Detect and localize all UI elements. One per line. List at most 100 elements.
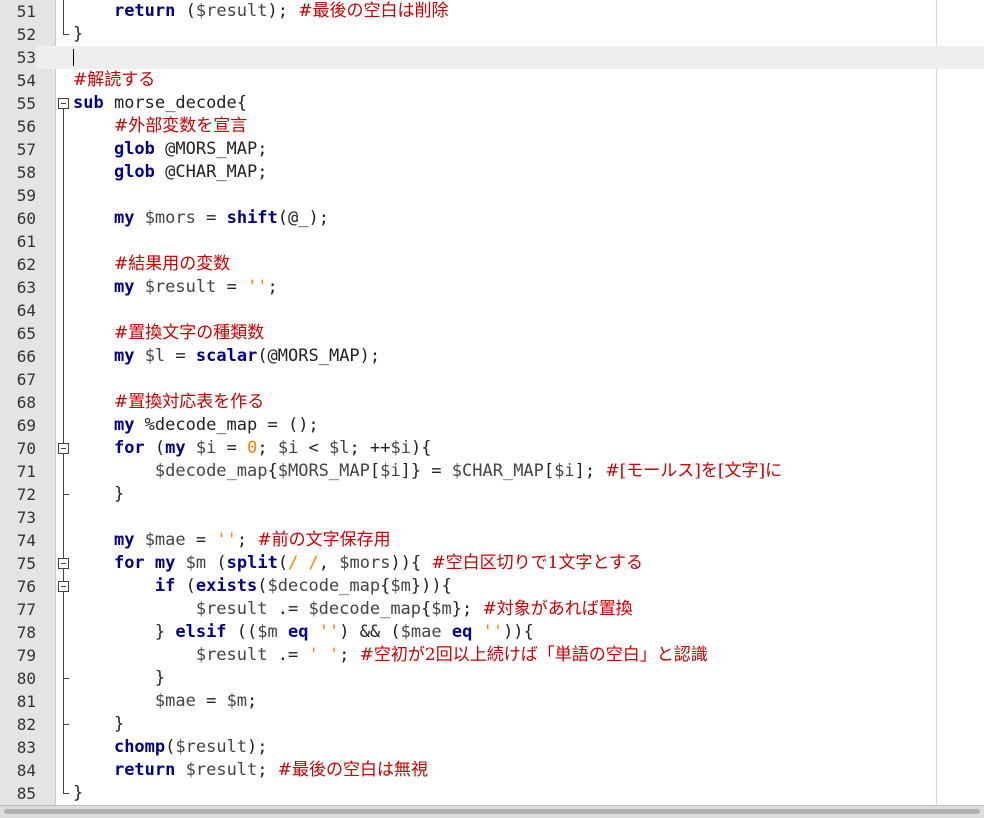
code-line[interactable]: 75 for my $m (split(/ /, $mors)){ #空白区切り… xyxy=(0,552,984,575)
code-line[interactable]: 55 sub morse_decode{ xyxy=(0,92,984,115)
variable-token: $result xyxy=(195,1,268,21)
code-text[interactable]: $decode_map{$MORS_MAP[$i]} = $CHAR_MAP[$… xyxy=(73,460,782,483)
code-token: , xyxy=(318,553,340,573)
code-line[interactable]: 63 my $result = ''; xyxy=(0,276,984,299)
fold-marker[interactable] xyxy=(56,552,72,575)
code-text[interactable]: #解読する xyxy=(73,69,155,92)
code-line[interactable]: 85} xyxy=(0,782,984,805)
keyword-token: chomp xyxy=(113,737,166,757)
code-token: { xyxy=(380,576,391,596)
code-text[interactable]: my $mors = shift(@_); xyxy=(73,207,329,230)
code-text[interactable]: } xyxy=(73,23,83,46)
code-text[interactable]: glob @MORS_MAP; xyxy=(73,138,268,161)
code-text[interactable]: my %decode_map = (); xyxy=(73,414,319,437)
fold-marker xyxy=(56,46,72,69)
code-token: %decode_map = (); xyxy=(134,415,319,435)
code-line[interactable]: 73 xyxy=(0,506,984,529)
code-editor[interactable]: 51 return ($result); #最後の空白は削除 52} 53 54 #解読… xyxy=(0,0,984,805)
line-number: 57 xyxy=(16,140,36,159)
code-line[interactable]: 56 #外部変数を宣言 xyxy=(0,115,984,138)
code-text[interactable]: sub morse_decode{ xyxy=(73,92,247,115)
code-line[interactable]: 81 $mae = $m; xyxy=(0,690,984,713)
fold-marker xyxy=(56,115,72,138)
code-line[interactable]: 57 glob @MORS_MAP; xyxy=(0,138,984,161)
code-text[interactable]: } xyxy=(73,782,83,805)
horizontal-scrollbar[interactable] xyxy=(0,805,984,818)
line-number: 60 xyxy=(16,209,36,228)
code-line[interactable]: 69 my %decode_map = (); xyxy=(0,414,984,437)
code-line[interactable]: 61 xyxy=(0,230,984,253)
code-line[interactable]: 67 xyxy=(0,368,984,391)
code-token: (@MORS_MAP); xyxy=(257,346,381,366)
fold-marker xyxy=(56,736,72,759)
code-line[interactable]: 79 $result .= ' '; #空初が2回以上続けば「単語の空白」と認識 xyxy=(0,644,984,667)
code-text[interactable]: } xyxy=(73,483,124,506)
code-token: { xyxy=(421,599,432,619)
code-line[interactable]: 66 my $l = scalar(@MORS_MAP); xyxy=(0,345,984,368)
code-line[interactable]: 58 glob @CHAR_MAP; xyxy=(0,161,984,184)
code-text[interactable]: #置換対応表を作る xyxy=(73,391,264,414)
code-text[interactable]: $result .= ' '; #空初が2回以上続けば「単語の空白」と認識 xyxy=(73,644,708,667)
code-text[interactable]: my $l = scalar(@MORS_MAP); xyxy=(73,345,380,368)
code-line[interactable]: 78 } elsif (($m eq '') && ($mae eq '')){ xyxy=(0,621,984,644)
fold-marker[interactable] xyxy=(56,575,72,598)
code-line[interactable]: 74 my $mae = ''; #前の文字保存用 xyxy=(0,529,984,552)
code-text[interactable]: chomp($result); xyxy=(73,736,268,759)
code-text[interactable]: for (my $i = 0; $i < $l; ++$i){ xyxy=(73,437,431,460)
code-line[interactable]: 60 my $mors = shift(@_); xyxy=(0,207,984,230)
code-line[interactable]: 64 xyxy=(0,299,984,322)
code-token: ( xyxy=(175,576,196,596)
variable-token: $mors xyxy=(339,553,391,573)
code-text[interactable]: $mae = $m; xyxy=(73,690,257,713)
fold-marker xyxy=(56,782,72,805)
code-line[interactable]: 59 xyxy=(0,184,984,207)
fold-marker xyxy=(56,414,72,437)
code-text[interactable]: #置換文字の種類数 xyxy=(73,322,264,345)
variable-token: $m xyxy=(185,553,207,573)
fold-marker[interactable] xyxy=(56,92,72,115)
line-number: 54 xyxy=(16,71,36,90)
code-text[interactable]: } xyxy=(73,667,165,690)
code-token: ); xyxy=(247,737,268,757)
code-text[interactable]: $result .= $decode_map{$m}; #対象があれば置換 xyxy=(73,598,633,621)
code-text[interactable]: return $result; #最後の空白は無視 xyxy=(73,759,428,782)
code-line[interactable]: 62 #結果用の変数 xyxy=(0,253,984,276)
code-line[interactable]: 82 } xyxy=(0,713,984,736)
code-text[interactable]: my $mae = ''; #前の文字保存用 xyxy=(73,529,391,552)
code-text[interactable]: my $result = ''; xyxy=(73,276,278,299)
code-line[interactable]: 80 } xyxy=(0,667,984,690)
code-line[interactable]: 52} xyxy=(0,23,984,46)
code-line[interactable]: 68 #置換対応表を作る xyxy=(0,391,984,414)
code-line[interactable]: 76 if (exists($decode_map{$m})){ xyxy=(0,575,984,598)
code-line[interactable]: 84 return $result; #最後の空白は無視 xyxy=(0,759,984,782)
code-line[interactable]: 53 xyxy=(0,46,984,69)
code-token: } xyxy=(73,668,166,688)
code-line[interactable]: 71 $decode_map{$MORS_MAP[$i]} = $CHAR_MA… xyxy=(0,460,984,483)
code-text[interactable]: } xyxy=(73,713,124,736)
code-line[interactable]: 77 $result .= $decode_map{$m}; #対象があれば置換 xyxy=(0,598,984,621)
code-line[interactable]: 83 chomp($result); xyxy=(0,736,984,759)
code-token: [ xyxy=(543,461,555,481)
scrollbar-thumb[interactable] xyxy=(4,809,980,814)
code-token: < xyxy=(298,438,330,458)
code-text[interactable]: for my $m (split(/ /, $mors)){ #空白区切りで1文… xyxy=(73,552,643,575)
code-text[interactable]: } elsif (($m eq '') && ($mae eq '')){ xyxy=(73,621,534,644)
variable-token: $result xyxy=(195,599,268,619)
code-text[interactable]: if (exists($decode_map{$m})){ xyxy=(73,575,452,598)
code-text[interactable]: glob @CHAR_MAP; xyxy=(73,161,268,184)
line-number: 75 xyxy=(16,554,36,573)
code-line[interactable]: 54 #解読する xyxy=(0,69,984,92)
comment-token: #最後の空白は無視 xyxy=(277,760,429,780)
code-text[interactable]: return ($result); #最後の空白は削除 xyxy=(73,0,449,23)
code-text[interactable]: #外部変数を宣言 xyxy=(73,115,247,138)
code-text[interactable]: #結果用の変数 xyxy=(73,253,230,276)
code-line[interactable]: 72 } xyxy=(0,483,984,506)
code-line[interactable]: 65 #置換文字の種類数 xyxy=(0,322,984,345)
fold-marker[interactable] xyxy=(56,437,72,460)
line-number: 82 xyxy=(16,715,36,734)
code-line[interactable]: 51 return ($result); #最後の空白は削除 xyxy=(0,0,984,23)
code-line[interactable]: 70 for (my $i = 0; $i < $l; ++$i){ xyxy=(0,437,984,460)
line-number: 58 xyxy=(16,163,36,182)
